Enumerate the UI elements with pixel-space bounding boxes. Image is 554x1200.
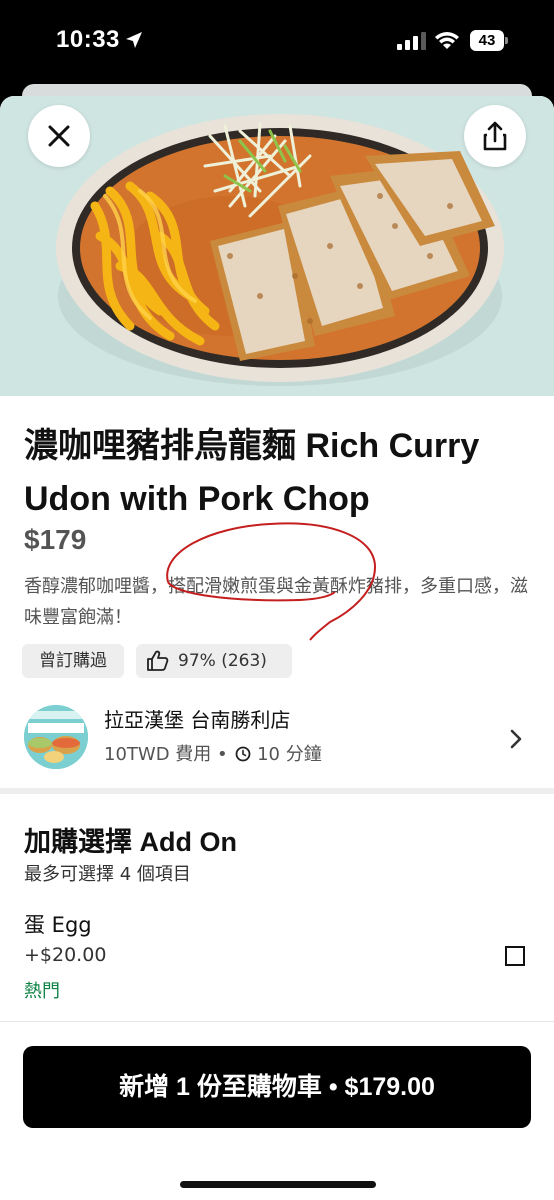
product-price: $179 [24,524,87,555]
addon-section-subtitle: 最多可選擇 4 個項目 [24,864,191,885]
close-icon [48,125,70,147]
product-image [0,96,554,396]
location-arrow-icon [126,32,142,48]
signal-icon [397,32,426,50]
option-name: 蛋 Egg [24,913,92,937]
clock-icon [235,746,251,762]
chevron-right-icon [510,729,522,749]
thumbs-up-icon [147,650,169,671]
store-meta: 10TWD 費用 • 10 分鐘 [104,740,322,766]
section-divider [0,788,554,794]
product-title: 濃咖哩豬排烏龍麵 Rich Curry Udon with Pork Chop [24,427,480,518]
popular-tag: 熱門 [24,981,60,1002]
store-delivery-time: 10 分鐘 [257,744,322,765]
addon-section-title: 加購選擇 Add On [24,827,237,857]
option-price: +$20.00 [24,944,107,966]
store-row[interactable]: 拉亞漢堡 台南勝利店 10TWD 費用 • 10 分鐘 [0,696,554,786]
add-to-cart-button[interactable]: 新增 1 份至購物車 • $179.00 [23,1046,531,1128]
status-time: 10:33 [56,26,120,53]
share-icon [483,121,507,151]
footer-divider [0,1021,554,1022]
home-indicator [180,1181,376,1188]
share-button[interactable] [464,105,526,167]
store-logo [24,705,88,769]
store-logo-image [24,705,88,769]
rating-badge: 97% (263) [136,644,292,678]
item-detail-sheet: 濃咖哩豬排烏龍麵 Rich Curry Udon with Pork Chop … [0,96,554,1200]
status-bar: 10:33 43 [0,0,554,84]
rating-text: 97% (263) [178,651,267,671]
wifi-icon [435,32,459,49]
addon-option-egg[interactable]: 蛋 Egg +$20.00 熱門 [0,901,554,1016]
store-fee: 10TWD 費用 • [104,744,228,765]
product-description: 香醇濃郁咖哩醬，搭配滑嫩煎蛋與金黃酥炸豬排，多重口感，滋味豐富飽滿！ [24,576,528,628]
battery-icon: 43 [470,30,504,51]
close-button[interactable] [28,105,90,167]
store-name: 拉亞漢堡 台南勝利店 [104,708,291,732]
battery-cap [505,37,508,44]
option-checkbox[interactable] [505,946,525,966]
ordered-before-badge: 曾訂購過 [22,644,124,678]
